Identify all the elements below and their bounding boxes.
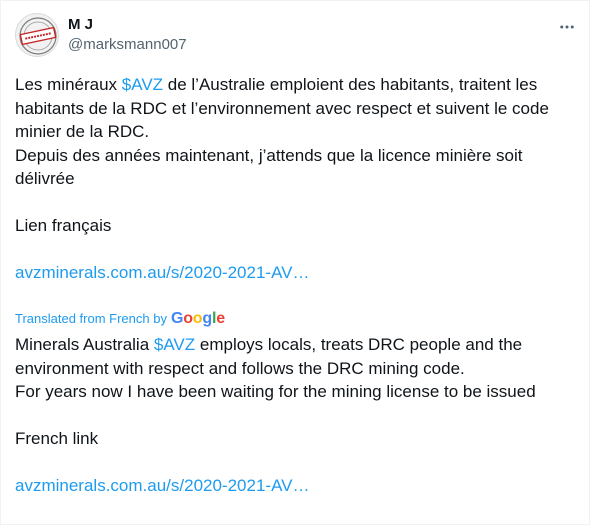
- user-handle[interactable]: @marksmann007: [68, 35, 187, 55]
- original-text-part: Les minéraux: [15, 75, 122, 94]
- cashtag-link[interactable]: $AVZ: [154, 335, 195, 354]
- more-options-button[interactable]: [557, 17, 577, 37]
- avatar[interactable]: [15, 13, 59, 57]
- cashtag-link[interactable]: $AVZ: [122, 75, 163, 94]
- translation-text-part: Minerals Australia: [15, 335, 154, 354]
- translation-paragraph-1: Minerals Australia $AVZ employs locals, …: [15, 333, 577, 380]
- translation-external-link[interactable]: avzminerals.com.au/s/2020-2021-AV…: [15, 474, 577, 498]
- translated-from-label: Translated from French by: [15, 311, 167, 326]
- tweet-text-translation: Minerals Australia $AVZ employs locals, …: [15, 333, 577, 498]
- translation-paragraph-3: French link: [15, 429, 99, 448]
- tweet-card[interactable]: M J @marksmann007 Les minéraux $AVZ de l…: [0, 0, 590, 525]
- google-logo: Google: [170, 310, 225, 327]
- tweet-text-original: Les minéraux $AVZ de l’Australie emploie…: [15, 73, 577, 285]
- author-names: M J @marksmann007: [68, 15, 187, 55]
- original-external-link[interactable]: avzminerals.com.au/s/2020-2021-AV…: [15, 261, 577, 285]
- more-dots-icon: [560, 25, 574, 29]
- classified-stamp-icon: [19, 17, 57, 55]
- original-paragraph-1: Les minéraux $AVZ de l’Australie emploie…: [15, 73, 577, 144]
- tweet-header: M J @marksmann007: [15, 13, 577, 57]
- original-paragraph-2: Depuis des années maintenant, j’attends …: [15, 145, 523, 189]
- original-paragraph-3: Lien français: [15, 216, 112, 235]
- translation-paragraph-2: For years now I have been waiting for th…: [15, 382, 536, 401]
- display-name[interactable]: M J: [68, 15, 187, 34]
- translation-attribution[interactable]: Translated from French by Google: [15, 310, 225, 328]
